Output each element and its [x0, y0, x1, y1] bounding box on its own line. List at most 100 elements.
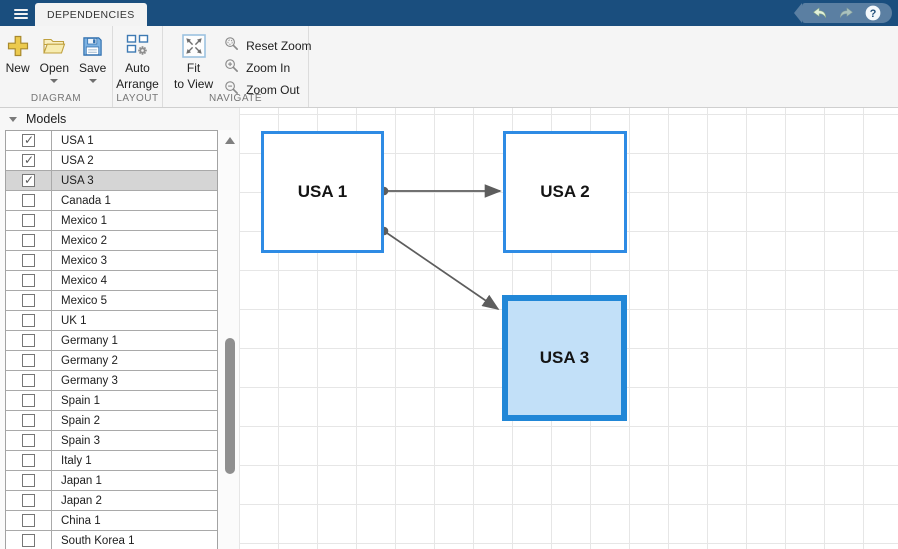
section-label-navigate: NAVIGATE: [163, 93, 308, 104]
model-checkbox[interactable]: [6, 171, 52, 190]
reset-zoom-button[interactable]: Reset Zoom: [220, 35, 315, 57]
model-row[interactable]: Spain 3: [6, 431, 217, 451]
titlebar: DEPENDENCIES ?: [0, 0, 898, 26]
section-label-layout: LAYOUT: [113, 93, 162, 104]
model-checkbox[interactable]: [6, 231, 52, 250]
model-row[interactable]: Mexico 2: [6, 231, 217, 251]
model-row[interactable]: Italy 1: [6, 451, 217, 471]
model-checkbox[interactable]: [6, 151, 52, 170]
model-checkbox[interactable]: [6, 211, 52, 230]
model-checkbox[interactable]: [6, 491, 52, 510]
model-row[interactable]: South Korea 1: [6, 531, 217, 549]
model-row[interactable]: USA 3: [6, 171, 217, 191]
auto-arrange-button[interactable]: Auto Arrange: [111, 31, 164, 91]
help-button[interactable]: ?: [864, 4, 882, 22]
model-checkbox[interactable]: [6, 351, 52, 370]
model-row[interactable]: USA 2: [6, 151, 217, 171]
open-button[interactable]: Open: [35, 31, 74, 83]
checkbox-icon[interactable]: [22, 394, 35, 407]
model-checkbox[interactable]: [6, 451, 52, 470]
model-row[interactable]: Mexico 3: [6, 251, 217, 271]
model-row[interactable]: Mexico 1: [6, 211, 217, 231]
dependency-edge[interactable]: [384, 231, 498, 309]
scroll-up-icon[interactable]: [225, 137, 235, 144]
model-row[interactable]: UK 1: [6, 311, 217, 331]
redo-button[interactable]: [837, 4, 855, 22]
save-button[interactable]: Save: [74, 31, 111, 83]
checkbox-icon[interactable]: [22, 514, 35, 527]
chevron-down-icon[interactable]: [50, 79, 58, 83]
model-name: Canada 1: [61, 195, 111, 207]
models-panel-header[interactable]: Models: [0, 108, 239, 130]
collapse-arrow-icon[interactable]: [9, 117, 17, 122]
checkbox-icon[interactable]: [22, 174, 35, 187]
checkbox-icon[interactable]: [22, 414, 35, 427]
checkbox-icon[interactable]: [22, 334, 35, 347]
checkbox-icon[interactable]: [22, 454, 35, 467]
zoom-in-button[interactable]: Zoom In: [220, 57, 315, 79]
diagram-node[interactable]: USA 3: [502, 295, 627, 421]
model-row[interactable]: Spain 1: [6, 391, 217, 411]
scrollbar-thumb[interactable]: [225, 338, 235, 474]
model-checkbox[interactable]: [6, 191, 52, 210]
chevron-down-icon[interactable]: [89, 79, 97, 83]
checkbox-icon[interactable]: [22, 194, 35, 207]
diagram-node[interactable]: USA 2: [503, 131, 627, 253]
model-checkbox[interactable]: [6, 471, 52, 490]
model-row[interactable]: Japan 2: [6, 491, 217, 511]
model-row[interactable]: USA 1: [6, 131, 217, 151]
model-row[interactable]: China 1: [6, 511, 217, 531]
model-row[interactable]: Germany 1: [6, 331, 217, 351]
model-checkbox[interactable]: [6, 251, 52, 270]
model-row[interactable]: Canada 1: [6, 191, 217, 211]
checkbox-icon[interactable]: [22, 274, 35, 287]
checkbox-icon[interactable]: [22, 494, 35, 507]
checkbox-icon[interactable]: [22, 434, 35, 447]
model-checkbox[interactable]: [6, 511, 52, 530]
zoom-in-icon: [224, 58, 239, 78]
model-row[interactable]: Spain 2: [6, 411, 217, 431]
section-label-diagram: DIAGRAM: [0, 93, 112, 104]
model-row[interactable]: Germany 2: [6, 351, 217, 371]
checkbox-icon[interactable]: [22, 154, 35, 167]
model-row[interactable]: Japan 1: [6, 471, 217, 491]
models-list: USA 1 USA 2 USA 3 Canada 1 Mexico 1: [5, 130, 218, 549]
model-row[interactable]: Mexico 4: [6, 271, 217, 291]
model-checkbox[interactable]: [6, 371, 52, 390]
model-checkbox[interactable]: [6, 311, 52, 330]
model-row[interactable]: Mexico 5: [6, 291, 217, 311]
models-scrollbar[interactable]: [222, 132, 238, 549]
model-name: USA 2: [61, 155, 94, 167]
checkbox-icon[interactable]: [22, 354, 35, 367]
checkbox-icon[interactable]: [22, 254, 35, 267]
model-checkbox[interactable]: [6, 331, 52, 350]
checkbox-icon[interactable]: [22, 314, 35, 327]
model-checkbox[interactable]: [6, 131, 52, 150]
new-button[interactable]: New: [1, 31, 35, 83]
model-name: South Korea 1: [61, 535, 135, 547]
diagram-canvas[interactable]: USA 1 USA 2 USA 3: [239, 108, 898, 549]
checkbox-icon[interactable]: [22, 474, 35, 487]
model-checkbox[interactable]: [6, 291, 52, 310]
diagram-node[interactable]: USA 1: [261, 131, 384, 253]
fit-to-view-button[interactable]: Fit to View: [169, 31, 218, 101]
ribbon-section-layout: Auto Arrange LAYOUT: [113, 26, 163, 107]
checkbox-icon[interactable]: [22, 134, 35, 147]
model-checkbox[interactable]: [6, 411, 52, 430]
model-row[interactable]: Germany 3: [6, 371, 217, 391]
checkbox-icon[interactable]: [22, 234, 35, 247]
model-name: Spain 2: [61, 415, 100, 427]
ribbon-section-diagram: New Open: [0, 26, 113, 107]
checkbox-icon[interactable]: [22, 214, 35, 227]
checkbox-icon[interactable]: [22, 374, 35, 387]
checkbox-icon[interactable]: [22, 534, 35, 547]
model-checkbox[interactable]: [6, 271, 52, 290]
model-checkbox[interactable]: [6, 431, 52, 450]
new-plus-icon: [6, 33, 30, 59]
checkbox-icon[interactable]: [22, 294, 35, 307]
hamburger-menu-icon[interactable]: [10, 5, 32, 22]
tab-dependencies[interactable]: DEPENDENCIES: [35, 3, 147, 26]
model-checkbox[interactable]: [6, 531, 52, 549]
model-checkbox[interactable]: [6, 391, 52, 410]
undo-button[interactable]: [810, 4, 828, 22]
